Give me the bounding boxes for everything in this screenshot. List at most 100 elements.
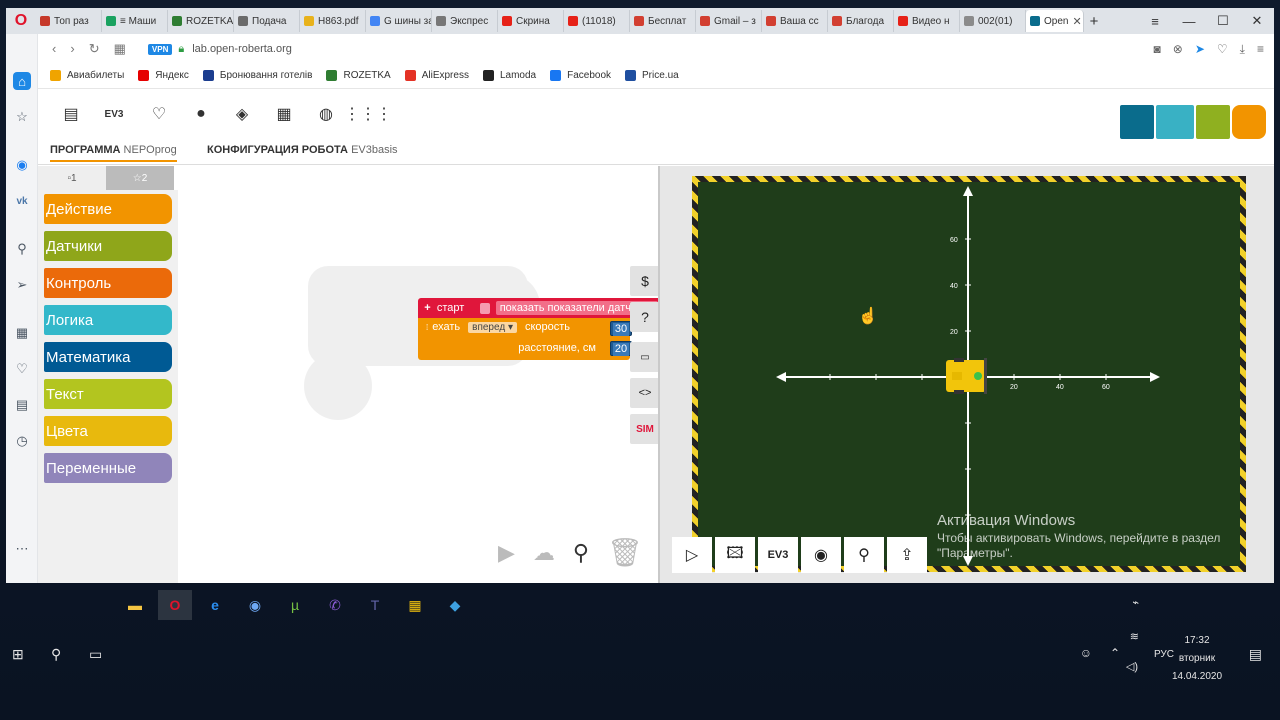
language-icon[interactable]: ◍ [315,103,337,125]
gallery-icon[interactable]: ◈ [231,103,253,125]
menu-icon[interactable]: ≡ [1257,42,1264,56]
browser-tab[interactable]: 002(01) [960,10,1026,32]
tutorial-icon[interactable]: ▦ [273,103,295,125]
start-icon[interactable]: ⊞ [12,646,24,663]
bookmark-item[interactable]: AliExpress [404,69,469,81]
opera-menu-icon[interactable]: O [6,8,36,34]
browser-tab[interactable]: Open ✕ [1026,10,1084,32]
search-icon[interactable]: ⚲ [51,646,61,663]
blockly-workspace[interactable]: ▫1 ☆2 Действие Датчики Контроль Логика Матем… [38,166,660,583]
store-icon[interactable]: ▦ [398,590,432,620]
source-code-icon[interactable]: <> [630,378,660,408]
drive-block[interactable]: ⁞ ехать вперед ▾ скорость 30 расстояние,… [418,318,632,360]
tab-robot-config[interactable]: КОНФИГУРАЦИЯ РОБОТА EV3basis [207,144,398,162]
history-icon[interactable]: ◷ [13,432,31,450]
toolbox-category[interactable]: Переменные [44,453,172,483]
comment-icon[interactable]: ▭ [630,342,660,372]
program-icon[interactable]: ▤ [60,103,82,125]
news-icon[interactable]: ▤ [13,396,31,414]
more-grid-icon[interactable]: ⋮⋮⋮ [344,103,392,125]
maximize-button[interactable]: ☐ [1206,13,1240,29]
robot-view-button[interactable]: EV3 [758,537,798,573]
toolbox-category[interactable]: Цвета [44,416,172,446]
wifi-icon[interactable]: ≋ [1130,630,1139,643]
home-icon[interactable]: ⌂ [13,72,31,90]
bookmark-item[interactable]: Бронювання готелів [202,69,312,81]
network-status-icon[interactable]: ⌁ [1132,596,1139,609]
toolbox-category[interactable]: Математика [44,342,172,372]
speed-input[interactable]: 30 [610,321,632,336]
browser-tab[interactable]: Ваша сс [762,10,828,32]
bookmark-item[interactable]: Facebook [550,69,611,81]
browser-tab[interactable]: Скрина [498,10,564,32]
zoom-icon[interactable]: ⚲ [573,540,589,566]
level-1-tab[interactable]: ▫1 [38,166,106,190]
toolbox-category[interactable]: Датчики [44,231,172,261]
chrome-icon[interactable]: ◉ [238,590,272,620]
bookmark-item[interactable]: Lamoda [482,69,536,81]
vk-icon[interactable]: vk [13,192,31,210]
bookmark-item[interactable]: Авиабилеты [50,69,124,81]
sensor-values-button[interactable]: ◉ [801,537,841,573]
browser-tab[interactable]: (11018) [564,10,630,32]
teams-icon[interactable]: T [358,590,392,620]
browser-tab[interactable]: Топ раз [36,10,102,32]
sim-button[interactable]: SIM [630,414,660,444]
opera-icon[interactable]: O [158,590,192,620]
show-sensors-checkbox[interactable] [480,302,490,314]
block-icon[interactable]: ⊗ [1173,42,1183,56]
file-explorer-icon[interactable]: ▬ [118,590,152,620]
vpn-badge[interactable]: VPN [147,43,173,55]
search-icon[interactable]: ⚲ [13,240,31,258]
user-icon[interactable]: ● [190,103,212,125]
tab-program[interactable]: ПРОГРАММА NEPOprog [50,144,177,162]
tab-menu-icon[interactable]: ≡ [1138,14,1172,29]
tabs-grid-icon[interactable]: ▦ [114,41,126,57]
toolbox-category[interactable]: Текст [44,379,172,409]
heart-icon[interactable]: ♡ [13,360,31,378]
utorrent-icon[interactable]: µ [278,590,312,620]
toolbox-category[interactable]: Контроль [44,268,172,298]
forward-icon[interactable]: › [70,41,74,57]
browser-tab[interactable]: H863.pdf [300,10,366,32]
ev3-robot[interactable] [946,358,987,394]
code-export-icon[interactable]: $ [630,266,660,296]
download-icon[interactable]: ⤓ [1240,42,1245,57]
browser-tab[interactable]: Бесплат [630,10,696,32]
bookmark-item[interactable]: ROZETKA [326,69,391,81]
browser-tab[interactable]: Экспрес [432,10,498,32]
level-2-tab[interactable]: ☆2 [106,166,174,190]
plus-icon[interactable]: + [418,302,437,314]
browser-tab[interactable]: Подача [234,10,300,32]
close-window-button[interactable]: ✕ [1240,13,1274,29]
toolbox-category[interactable]: Действие [44,194,172,224]
clock[interactable]: 17:32 вторник 14.04.2020 [1167,632,1227,686]
lock-icon[interactable]: 🔒︎ [178,43,184,56]
start-block[interactable]: + старт показать показатели датчиков [418,298,658,318]
play-icon[interactable]: ▶ [498,540,515,566]
reload-icon[interactable]: ↻ [89,41,100,57]
viber-icon[interactable]: ✆ [318,590,352,620]
run-sim-button[interactable]: ▷ [672,537,712,573]
camera-icon[interactable]: ◙ [1154,42,1161,56]
app-icon[interactable]: ◆ [438,590,472,620]
volume-icon[interactable]: ◁) [1126,660,1138,673]
people-icon[interactable]: ☺ [1080,646,1092,660]
notifications-icon[interactable]: ▤ [1249,646,1262,663]
url-field[interactable]: lab.open-roberta.org [192,43,292,55]
send-icon[interactable]: ➢ [13,276,31,294]
cloud-icon[interactable]: ☁ [533,540,555,566]
browser-tab[interactable]: Видео н [894,10,960,32]
help-icon[interactable]: ? [630,302,660,332]
distance-input[interactable]: 20 [610,341,632,356]
minimize-button[interactable]: — [1172,14,1206,29]
ie-icon[interactable]: e [198,590,232,620]
browser-tab[interactable]: ≡ Маши [102,10,168,32]
apps-icon[interactable]: ▦ [13,324,31,342]
robot-ev3-button[interactable]: EV3 [100,103,128,125]
star-icon[interactable]: ☆ [13,108,31,126]
heart-icon[interactable]: ♡ [1217,42,1228,56]
direction-dropdown[interactable]: вперед ▾ [468,321,517,333]
bookmark-item[interactable]: Яндекс [138,69,189,81]
flow-icon[interactable]: ➤ [1195,42,1205,56]
